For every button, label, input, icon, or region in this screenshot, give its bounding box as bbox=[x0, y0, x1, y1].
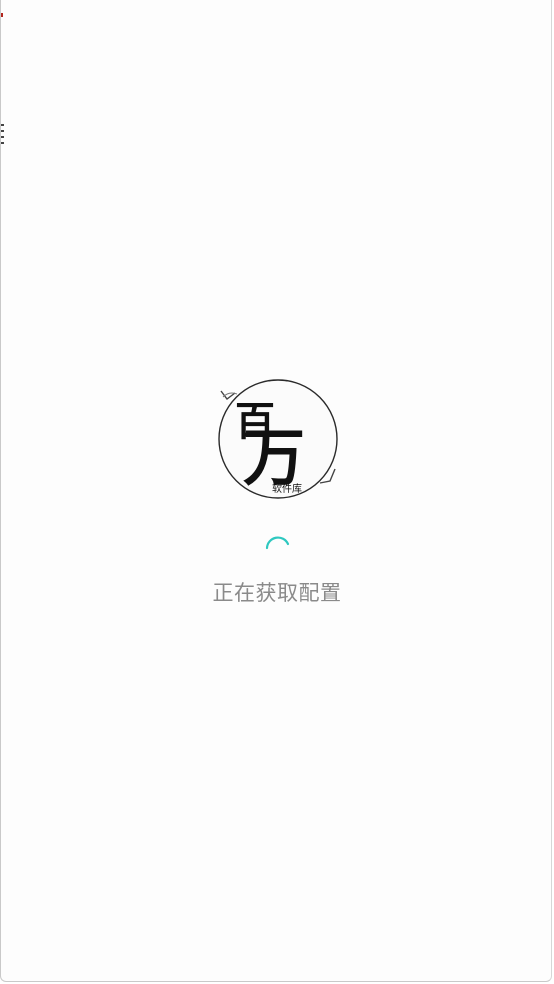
logo-seal-icon: 百 万 软件库 bbox=[218, 379, 338, 499]
app-logo: 百 万 软件库 bbox=[217, 377, 339, 499]
app-window: 百 万 软件库 正在获取配置 bbox=[0, 0, 552, 982]
splash-screen: 百 万 软件库 正在获取配置 bbox=[1, 0, 553, 982]
loading-spinner bbox=[264, 534, 292, 562]
loading-spinner-icon bbox=[265, 536, 290, 550]
loading-status-text: 正在获取配置 bbox=[212, 581, 342, 605]
logo-caption: 软件库 bbox=[272, 482, 302, 495]
